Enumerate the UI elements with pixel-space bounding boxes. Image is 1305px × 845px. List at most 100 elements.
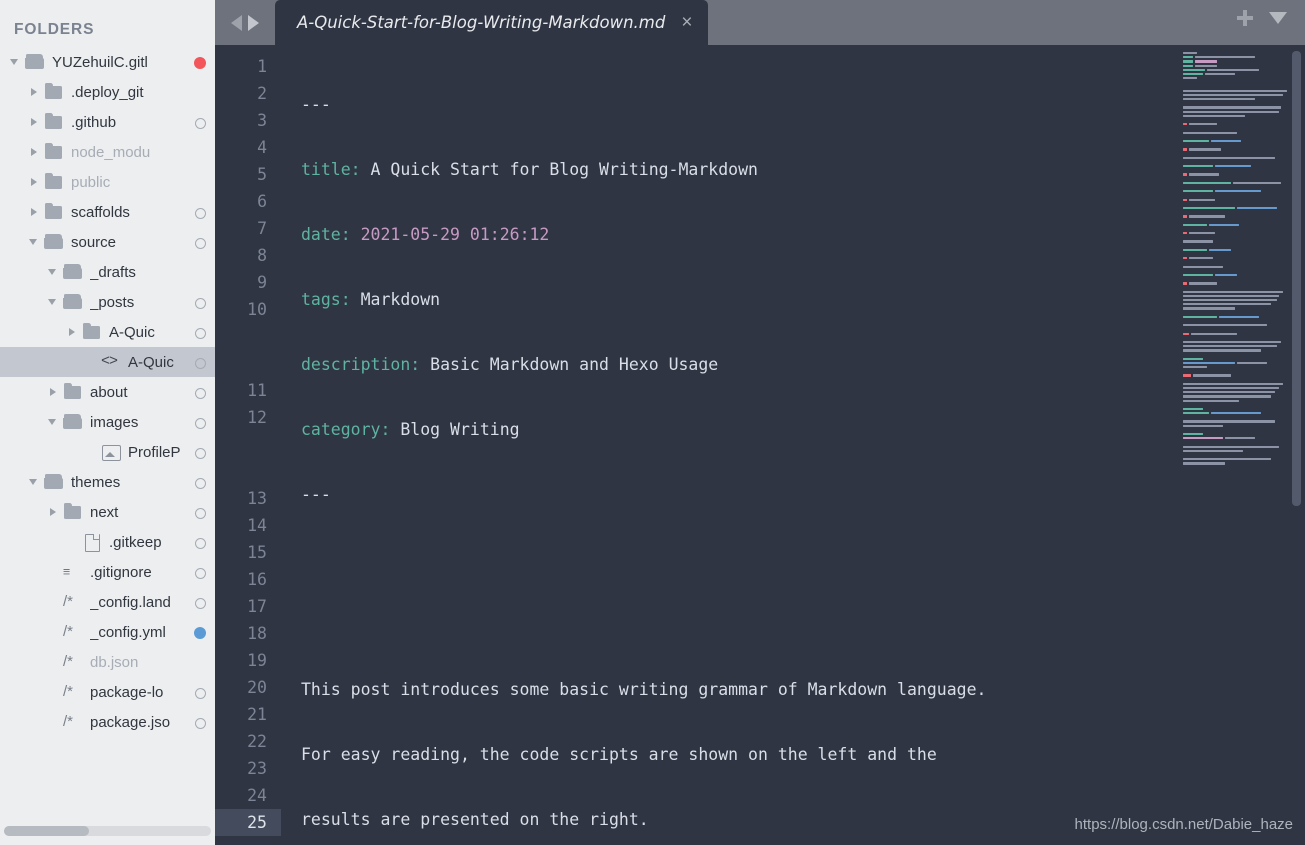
minimap-segment	[1237, 206, 1277, 210]
tree-item-label: .gitignore	[90, 563, 152, 581]
status-badge-active	[193, 617, 209, 647]
tree-item-profilep[interactable]: ProfileP	[0, 437, 215, 467]
code-line-1: ---	[301, 91, 1305, 118]
sidebar-scrollbar-thumb[interactable]	[4, 826, 89, 836]
twisty-spacer	[46, 625, 60, 639]
chevron-down-icon[interactable]	[8, 55, 22, 69]
yaml-value-description: Basic Markdown and Hexo Usage	[430, 355, 719, 374]
twisty-spacer	[46, 715, 60, 729]
tab-bar-actions	[1237, 0, 1305, 45]
code-line-4: tags: Markdown	[301, 286, 1305, 313]
minimap-segment	[1183, 366, 1207, 369]
tab-bar: A-Quick-Start-for-Blog-Writing-Markdown.…	[215, 0, 1305, 45]
chevron-down-icon[interactable]	[27, 235, 41, 249]
tree-item-label: .gitkeep	[109, 533, 162, 551]
minimap-segment	[1183, 248, 1207, 252]
tree-item--gitkeep[interactable]: .gitkeep	[0, 527, 215, 557]
code-minimap[interactable]	[1177, 45, 1305, 845]
tree-item-themes[interactable]: themes	[0, 467, 215, 497]
code-line-5: description: Basic Markdown and Hexo Usa…	[301, 351, 1305, 378]
status-badge-clean	[193, 197, 209, 227]
minimap-segment	[1183, 198, 1187, 201]
tree-item-images[interactable]: images	[0, 407, 215, 437]
minimap-segment	[1183, 131, 1237, 134]
folder-closed-icon	[44, 173, 64, 191]
chevron-down-icon[interactable]	[27, 475, 41, 489]
tab-markdown-file[interactable]: A-Quick-Start-for-Blog-Writing-Markdown.…	[275, 0, 709, 45]
minimap-segment	[1183, 361, 1235, 365]
chevron-down-icon[interactable]	[1269, 11, 1287, 24]
minimap-segment	[1189, 232, 1215, 235]
tree-item-label: _config.yml	[90, 623, 166, 641]
minimap-segment	[1189, 123, 1217, 126]
tree-item-label: .github	[71, 113, 117, 131]
colon-1: :	[350, 160, 371, 179]
folder-closed-icon	[44, 83, 64, 101]
tree-item-public[interactable]: public	[0, 167, 215, 197]
minimap-scrollbar[interactable]	[1292, 45, 1301, 845]
line-number-wrap	[215, 323, 281, 350]
tree-item-node-modu[interactable]: node_modu	[0, 137, 215, 167]
minimap-segment	[1183, 51, 1197, 55]
tree-item-db-json[interactable]: /* db.json	[0, 647, 215, 677]
chevron-right-icon[interactable]	[27, 85, 41, 99]
minimap-segment	[1183, 60, 1193, 63]
tree-item-a-quic[interactable]: <> A-Quic	[0, 347, 215, 377]
minimap-segment	[1183, 307, 1235, 310]
nav-back-icon[interactable]	[231, 14, 242, 31]
nav-forward-icon[interactable]	[248, 14, 259, 31]
tree-item-source[interactable]: source	[0, 227, 215, 257]
tree-item--config-land[interactable]: /* _config.land	[0, 587, 215, 617]
code-line-7: ---	[301, 481, 1305, 508]
yaml-value-date: 2021-05-29 01:26:12	[360, 225, 550, 244]
minimap-segment	[1183, 56, 1193, 59]
tree-item-package-jso[interactable]: /* package.jso	[0, 707, 215, 737]
code-line-3: date: 2021-05-29 01:26:12	[301, 221, 1305, 248]
minimap-segment	[1225, 437, 1255, 440]
tree-item--config-yml[interactable]: /* _config.yml	[0, 617, 215, 647]
line-number-10: 10	[247, 300, 267, 319]
line-number-12: 12	[247, 408, 267, 427]
chevron-right-icon[interactable]	[27, 115, 41, 129]
chevron-right-icon[interactable]	[27, 175, 41, 189]
tree-item-a-quic[interactable]: A-Quic	[0, 317, 215, 347]
tree-item-package-lo[interactable]: /* package-lo	[0, 677, 215, 707]
minimap-scrollbar-thumb[interactable]	[1292, 51, 1301, 506]
chevron-right-icon[interactable]	[27, 145, 41, 159]
tree-item--gitignore[interactable]: ≡ .gitignore	[0, 557, 215, 587]
close-icon[interactable]: ×	[681, 13, 692, 32]
tree-item--deploy-git[interactable]: .deploy_git	[0, 77, 215, 107]
tree-item-scaffolds[interactable]: scaffolds	[0, 197, 215, 227]
text-file-icon: ≡	[63, 564, 71, 579]
minimap-segment	[1183, 345, 1277, 348]
code-content[interactable]: --- title: A Quick Start for Blog Writin…	[281, 45, 1305, 845]
chevron-right-icon[interactable]	[46, 505, 60, 519]
chevron-right-icon[interactable]	[46, 385, 60, 399]
status-badge-clean	[193, 347, 209, 377]
minimap-segment	[1195, 56, 1255, 59]
status-badge-clean	[193, 587, 209, 617]
tree-item--github[interactable]: .github	[0, 107, 215, 137]
tree-item-next[interactable]: next	[0, 497, 215, 527]
tree-item--posts[interactable]: _posts	[0, 287, 215, 317]
plus-icon[interactable]	[1237, 9, 1253, 26]
minimap-segment	[1183, 437, 1223, 440]
folder-open-icon	[44, 473, 64, 491]
minimap-segment	[1209, 248, 1231, 252]
chevron-down-icon[interactable]	[46, 415, 60, 429]
tree-item-label: _drafts	[90, 263, 136, 281]
config-file-icon: /*	[63, 623, 74, 640]
tab-title: A-Quick-Start-for-Blog-Writing-Markdown.…	[297, 13, 666, 32]
tree-item-about[interactable]: about	[0, 377, 215, 407]
tree-item-label: _posts	[90, 293, 135, 311]
minimap-segment	[1183, 282, 1187, 285]
status-badge-clean	[193, 437, 209, 467]
chevron-right-icon[interactable]	[65, 325, 79, 339]
sidebar-horizontal-scrollbar[interactable]	[4, 826, 211, 836]
tree-item-yuzehuilc-gitl[interactable]: YUZehuilC.gitl	[0, 47, 215, 77]
chevron-right-icon[interactable]	[27, 205, 41, 219]
tree-item--drafts[interactable]: _drafts	[0, 257, 215, 287]
chevron-down-icon[interactable]	[46, 265, 60, 279]
chevron-down-icon[interactable]	[46, 295, 60, 309]
